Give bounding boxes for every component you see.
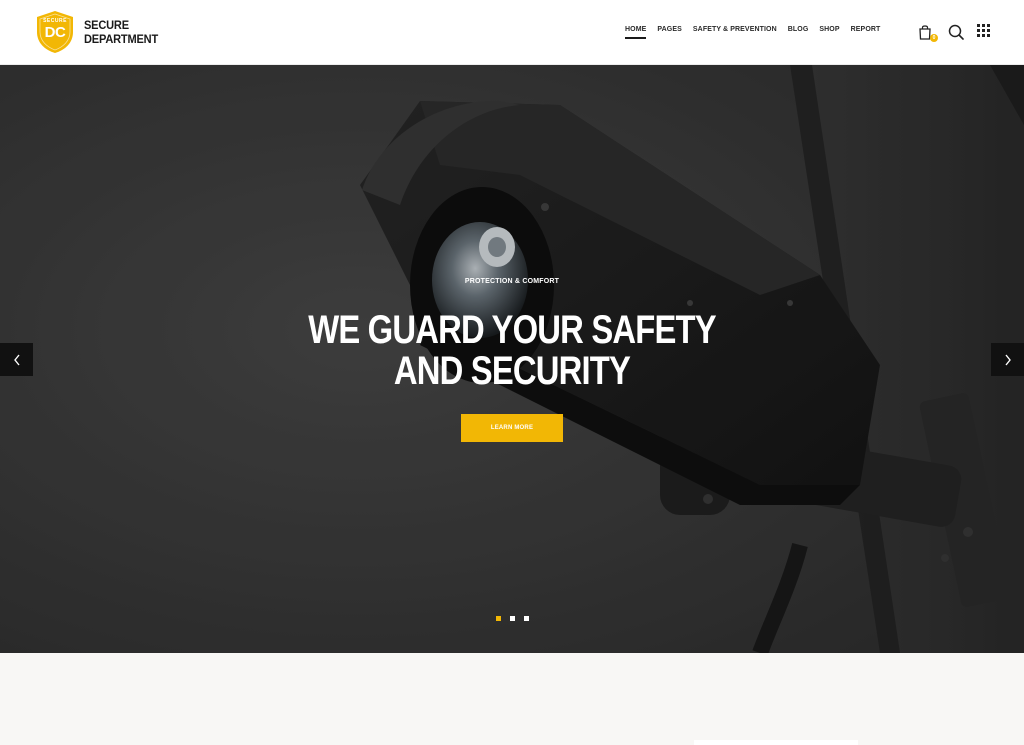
- slider-dot-2[interactable]: [510, 616, 515, 621]
- slider-prev-button[interactable]: [0, 343, 33, 376]
- nav-item-safety-prevention[interactable]: SAFETY & PREVENTION: [693, 26, 777, 39]
- nav-item-shop[interactable]: SHOP: [819, 26, 839, 39]
- slider-pagination: [496, 616, 529, 621]
- content-card-edge: [694, 740, 858, 745]
- logo-letters: DC: [44, 24, 66, 41]
- hero-title-line1: WE GUARD YOUR SAFETY: [308, 308, 716, 352]
- content-section: [0, 653, 1024, 745]
- brand-name-line1: SECURE: [84, 18, 129, 32]
- chevron-right-icon: [1004, 354, 1011, 365]
- chevron-left-icon: [13, 354, 20, 365]
- slider-dot-3[interactable]: [524, 616, 529, 621]
- search-button[interactable]: [948, 24, 964, 40]
- brand-name-line2: DEPARTMENT: [84, 32, 159, 46]
- learn-more-button[interactable]: LEARN MORE: [461, 414, 563, 442]
- slider-dot-1[interactable]: [496, 616, 501, 621]
- shield-logo-icon: SECURE DC: [34, 10, 76, 54]
- menu-button[interactable]: [977, 24, 993, 40]
- site-header: SECURE DC SECURE DEPARTMENT HOME PAGES S…: [0, 0, 1024, 65]
- main-nav: HOME PAGES SAFETY & PREVENTION BLOG SHOP…: [625, 26, 880, 39]
- cart-button[interactable]: 0: [918, 24, 938, 42]
- search-icon: [948, 24, 964, 40]
- slider-next-button[interactable]: [991, 343, 1024, 376]
- hero-title-line2: AND SECURITY: [393, 349, 631, 393]
- nav-item-report[interactable]: REPORT: [851, 26, 881, 39]
- hero-title: WE GUARD YOUR SAFETY AND SECURITY: [92, 310, 932, 392]
- hero-content: PROTECTION & COMFORT WE GUARD YOUR SAFET…: [0, 65, 1024, 653]
- nav-item-pages[interactable]: PAGES: [657, 26, 682, 39]
- hero-eyebrow: PROTECTION & COMFORT: [464, 278, 560, 285]
- site-logo[interactable]: SECURE DC SECURE DEPARTMENT: [34, 10, 164, 54]
- grid-menu-icon: [977, 24, 990, 37]
- cart-count-badge: 0: [930, 34, 938, 42]
- nav-item-blog[interactable]: BLOG: [788, 26, 809, 39]
- hero-slider: PROTECTION & COMFORT WE GUARD YOUR SAFET…: [0, 65, 1024, 653]
- nav-item-home[interactable]: HOME: [625, 26, 647, 39]
- brand-name: SECURE DEPARTMENT: [84, 18, 158, 46]
